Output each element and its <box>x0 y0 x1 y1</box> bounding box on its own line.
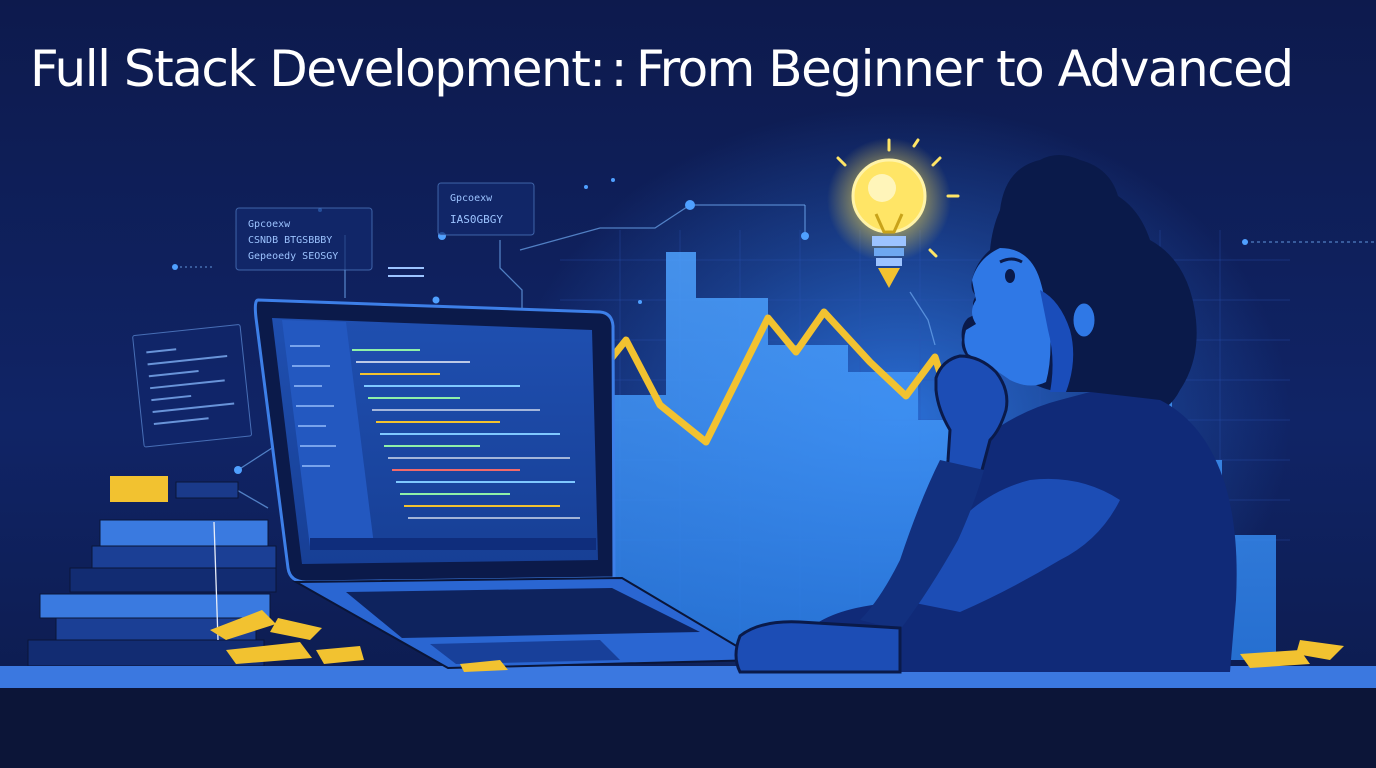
floating-note-left: Gpcoexw CSNDB BTGSBBBY Gepeoedy SEOSGY <box>235 207 373 271</box>
hero-banner: Full Stack Development:: From Beginner to… <box>0 0 1376 768</box>
floating-document <box>132 324 252 448</box>
note-left-line-1: Gpcoexw <box>248 219 291 230</box>
note-left-line-3: Gepeoedy SEOSGY <box>248 251 338 262</box>
book-stack <box>27 476 277 667</box>
menu-lines-icon <box>388 267 424 277</box>
floating-note-top: Gpcoexw IAS0GBGY <box>437 182 535 236</box>
desk-front <box>0 688 1376 768</box>
note-top-line-2: IAS0GBGY <box>450 213 503 226</box>
lightbulb-icon <box>827 138 960 288</box>
note-top-line-1: Gpcoexw <box>450 193 493 204</box>
illustration: Gpcoexw CSNDB BTGSBBBY Gepeoedy SEOSGY G… <box>0 138 1376 768</box>
note-left-line-2: CSNDB BTGSBBBY <box>248 235 332 246</box>
